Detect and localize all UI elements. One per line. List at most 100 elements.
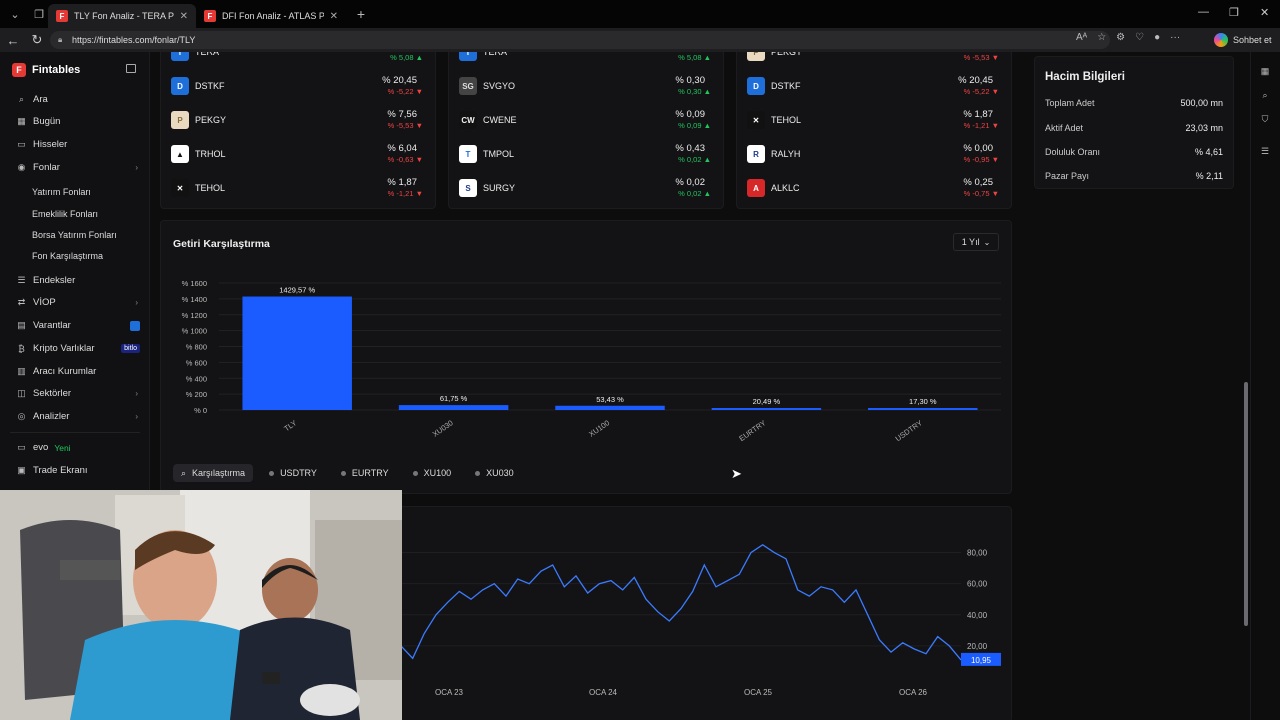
x-category-label: XU100 [587,418,611,439]
sidebar-item-evo[interactable]: ▭ evo Yeni [16,442,140,453]
chevron-right-icon: › [135,163,138,172]
sidebar-item-bugun[interactable]: ▦ Bugün [16,116,140,127]
y-tick-label: 80,00 [967,549,988,558]
browser-essentials-icon[interactable]: ♡ [1135,32,1144,43]
sidebar-sub-borsa-yatirim-fonlari[interactable]: Borsa Yatırım Fonları [32,230,117,240]
holdings-card-3: P PEKGY % -5,53 ▼ D DSTKF % 20,45% -5,22 ▼ ✕ TE… [736,52,1012,209]
scrollbar-thumb[interactable] [1244,382,1248,626]
panel-icon[interactable]: ▦ [1259,66,1271,76]
sidebar-sub-emeklilik-fonlari[interactable]: Emeklilik Fonları [32,209,98,219]
period-value: 1 Yıl [961,237,980,247]
holding-row[interactable]: A ALKLC % 0,25% -0,75 ▼ [737,173,1011,203]
search-icon[interactable]: ⌕ [1259,90,1271,100]
holding-ticker: CWENE [483,115,517,125]
bar-value-label: 20,49 % [753,397,781,406]
bar-xu100[interactable] [555,405,665,410]
sidebar-item-viop[interactable]: ⇄ VİOP › [16,297,140,308]
sidebar-item-ara[interactable]: ⌕ Ara [16,94,140,105]
refresh-icon[interactable]: ↻ [25,32,49,48]
compare-chip-xu030[interactable]: XU030 [467,464,522,482]
webcam-video-frame [0,490,402,720]
sidebar-item-trade-ekrani[interactable]: ▣ Trade Ekranı [16,465,140,476]
holding-row[interactable]: S SURGY % 0,02% 0,02 ▲ [449,173,723,203]
shield-icon[interactable]: ⛉ [1259,114,1271,124]
profile-icon[interactable]: ● [1154,32,1160,43]
sidebar-sub-yatirim-fonlari[interactable]: Yatırım Fonları [32,187,91,197]
sidebar-item-araci-kurumlar[interactable]: ▥ Aracı Kurumlar [16,366,140,377]
back-icon[interactable]: ← [1,33,25,48]
analysis-icon: ◎ [17,411,26,421]
ralyh-logo-icon: R [747,145,765,163]
futures-icon: ⇄ [17,297,26,307]
bar-usdtry[interactable] [868,408,978,410]
holding-row[interactable]: T TERA % 5,08 ▲ [449,52,723,67]
chevron-right-icon: › [135,298,138,307]
brand[interactable]: F Fintables [12,63,80,77]
compare-chips: ⌕ Karşılaştırma USDTRY EURTRY XU100 XU030 [173,464,522,482]
maximize-icon[interactable]: ❐ [1229,6,1239,19]
bar-xu030[interactable] [398,405,509,410]
read-aloud-icon[interactable]: Aᴬ [1076,32,1087,43]
more-menu-icon[interactable]: ··· [1170,32,1180,43]
holding-row[interactable]: CW CWENE % 0,09% 0,09 ▲ [449,105,723,135]
holding-ticker: ALKLC [771,183,800,193]
workspaces-icon[interactable]: ❐ [30,5,48,23]
holding-change: % -0,75 ▼ [963,189,999,198]
holding-row[interactable]: P PEKGY % -5,53 ▼ [737,52,1011,67]
trade-screen-icon: ▣ [17,465,26,475]
collapse-sidebar-icon[interactable] [126,64,136,73]
close-tab-icon[interactable]: ✕ [330,11,338,22]
x-axis-label: OCA 24 [589,688,618,697]
holding-row[interactable]: P PEKGY % 7,56% -5,53 ▼ [161,105,435,135]
bar-value-label: 1429,57 % [279,286,315,295]
holding-ticker: DSTKF [771,81,801,91]
compare-chip-eurtry[interactable]: EURTRY [333,464,397,482]
compare-chip-usdtry[interactable]: USDTRY [261,464,325,482]
compare-button[interactable]: ⌕ Karşılaştırma [173,464,254,482]
holding-weight: % 1,87 [963,109,993,120]
bar-tly[interactable] [242,296,352,410]
compare-chip-xu100[interactable]: XU100 [405,464,460,482]
holding-change: % -5,53 ▼ [963,53,999,62]
warrant-icon: ▤ [17,320,26,330]
holding-row[interactable]: D DSTKF % 20,45% -5,22 ▼ [737,71,1011,101]
url-field[interactable]: 🔒︎ https://fintables.com/fonlar/TLY [50,31,1110,49]
sidebar-item-fonlar[interactable]: ◉ Fonlar › [16,162,140,173]
favorite-star-icon[interactable]: ☆ [1097,32,1106,43]
browser-tab-tly[interactable]: F TLY Fon Analiz - TERA PORTFÖY B ✕ [48,4,196,28]
holding-row[interactable]: ✕ TEHOL % 1,87% -1,21 ▼ [737,105,1011,135]
holding-row[interactable]: T TMPOL % 0,43% 0,02 ▲ [449,139,723,169]
hacim-row: Pazar Payı % 2,11 [1045,171,1223,181]
copilot-button[interactable]: Sohbet et [1214,31,1272,49]
extensions-icon[interactable]: ⚙ [1116,32,1125,43]
list-icon[interactable]: ☰ [1259,146,1271,156]
minimize-icon[interactable]: — [1198,6,1209,18]
sidebar-item-sektorler[interactable]: ◫ Sektörler › [16,388,140,399]
getiri-bar-chart: % 1600 % 1400 % 1200 % 1000 % 800 % 600 % 400%… [182,279,1001,443]
tab-actions-icon[interactable]: ⌄ [6,5,24,23]
holding-row[interactable]: ✕ TEHOL % 1,87% -1,21 ▼ [161,173,435,203]
period-dropdown[interactable]: 1 Yıl ⌄ [953,233,999,251]
close-window-icon[interactable]: ✕ [1260,6,1269,19]
browser-tab-dfi[interactable]: F DFI Fon Analiz - ATLAS PORTFÖY ✕ [196,4,346,28]
sidebar-item-hisseler[interactable]: ▭ Hisseler [16,139,140,150]
holding-weight: % 0,30 [675,75,705,86]
holding-row[interactable]: T TERA % 5,08 ▲ [161,52,435,67]
holding-row[interactable]: R RALYH % 0,00% -0,95 ▼ [737,139,1011,169]
sidebar-item-kripto[interactable]: ₿ Kripto Varlıklar bitlo [16,343,140,354]
sidebar-item-endeksler[interactable]: ☰ Endeksler [16,275,140,286]
sidebar-sub-fon-karsilastirma[interactable]: Fon Karşılaştırma [32,251,103,261]
page-scrollbar[interactable] [1244,62,1248,718]
holding-row[interactable]: SG SVGYO % 0,30% 0,30 ▲ [449,71,723,101]
holding-row[interactable]: ▲ TRHOL % 6,04% -0,63 ▼ [161,139,435,169]
holding-ticker: TEHOL [195,183,226,193]
holding-weight: % 7,56 [387,109,417,120]
close-tab-icon[interactable]: ✕ [180,11,188,22]
holding-row[interactable]: D DSTKF % 20,45% -5,22 ▼ [161,71,435,101]
evo-icon: ▭ [17,442,26,452]
tmpol-logo-icon: T [459,145,477,163]
sidebar-item-analizler[interactable]: ◎ Analizler › [16,411,140,422]
sidebar-item-varantlar[interactable]: ▤ Varantlar [16,320,140,331]
bar-eurtry[interactable] [711,408,822,410]
new-tab-icon[interactable]: + [352,5,370,23]
